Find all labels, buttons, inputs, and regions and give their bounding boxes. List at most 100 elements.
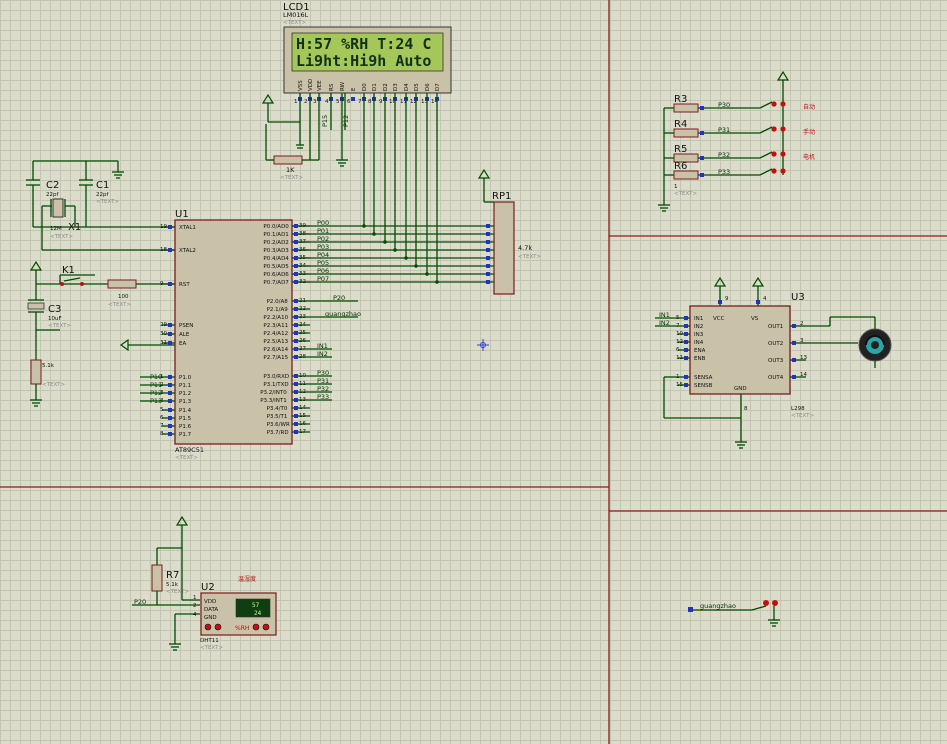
l298-pin-in1: IN1 — [694, 316, 703, 322]
l298-pin-vcc: VCC — [713, 316, 725, 322]
schematic-svg: LCD1 LM016L <TEXT> H:57 %RH T:24 C Li9ht… — [0, 0, 947, 744]
lcd-pin-num: 5 — [336, 99, 340, 105]
l298-pin-vs: VS — [751, 316, 759, 322]
mcu-pin-p13: P1.3 — [179, 399, 192, 405]
mcu-net-p07: P07 — [317, 275, 329, 283]
c1-value: 22pf — [96, 192, 109, 198]
mcu-pin-p35t1: P3.5/T1 — [267, 414, 288, 420]
lcd-pin-num: 7 — [358, 99, 362, 105]
reset-r-value: 100 — [118, 294, 129, 300]
l298-pin-out4: OUT4 — [768, 375, 784, 381]
mcu-pin-p21a9: P2.1/A9 — [267, 307, 289, 313]
button-resistor-ref: R5 — [674, 144, 687, 155]
rp1-value: 4.7k — [518, 244, 532, 252]
dht-pin-data: DATA — [204, 607, 218, 613]
mcu-pin-p34t0: P3.4/T0 — [267, 406, 288, 412]
mcu-pin-p15: P1.5 — [179, 416, 192, 422]
mcu-pin-p16: P1.6 — [179, 424, 192, 430]
lcd-pin-vdd: VDD — [308, 79, 314, 91]
button-switch[interactable] — [759, 151, 773, 159]
lcd-pin-num: 4 — [325, 99, 329, 105]
button-net-p30: P30 — [718, 101, 730, 109]
rp1-ref: RP1 — [492, 191, 511, 202]
lcd-power-wiring: 1K <TEXT> P15 P12 — [261, 93, 350, 181]
lcd-pin-d3: D3 — [393, 83, 399, 91]
lcd-pin-d2: D2 — [383, 83, 389, 91]
button-switch[interactable] — [759, 168, 773, 176]
dht-temp: 24 — [254, 610, 262, 617]
k1-ref: K1 — [62, 265, 75, 276]
lcd-text-placeholder: <TEXT> — [283, 20, 306, 26]
mcu-pin-p32int0: P3.2/INT0 — [260, 390, 287, 396]
c2-ref: C2 — [46, 180, 59, 191]
l298-pin-out3: OUT3 — [768, 358, 784, 364]
schematic-canvas[interactable]: LCD1 LM016L <TEXT> H:57 %RH T:24 C Li9ht… — [0, 0, 947, 744]
mcu-pin-p04ad4: P0.4/AD4 — [263, 256, 289, 262]
dht-button-up[interactable] — [262, 623, 270, 631]
dht-pin-gnd: GND — [204, 615, 217, 621]
l298-pin-gnd: GND — [734, 386, 747, 392]
lcd-pin-num: 6 — [347, 99, 351, 105]
crosshair-cursor — [477, 339, 489, 351]
crystal-circuit[interactable]: C2 22pf C1 22pf <TEXT> X1 12M <TEXT> — [26, 160, 178, 251]
mcu-component[interactable]: U1 AT89C51 <TEXT> XTAL119XTAL218RST9PSEN… — [140, 209, 361, 461]
mcu-pin-p26a14: P2.6/A14 — [263, 347, 288, 353]
mcu-pin-p10: P1.0 — [179, 375, 192, 381]
lcd-pin-vee: VEE — [317, 80, 323, 91]
dht-part: DHT11 — [200, 638, 219, 644]
mcu-pin-p25a13: P2.5/A13 — [263, 339, 288, 345]
mcu-pin-p31txd: P3.1/TXD — [263, 382, 288, 388]
button-label: 电机 — [803, 153, 815, 161]
r7-text: <TEXT> — [166, 589, 189, 595]
dht-button-left[interactable] — [204, 623, 212, 631]
c3-text: <TEXT> — [48, 323, 71, 329]
dht-button-right[interactable] — [214, 623, 222, 631]
c2-value: 22pf — [46, 192, 59, 198]
button-net-p33: P33 — [718, 168, 730, 176]
l298-pin-in4: IN4 — [694, 340, 704, 346]
lcd-pot-text: <TEXT> — [280, 175, 303, 181]
lcd-pin-num: 3 — [313, 99, 317, 105]
mcu-pin-p03ad3: P0.3/AD3 — [263, 248, 289, 254]
mcu-pin-p11: P1.1 — [179, 383, 191, 389]
button-switch[interactable] — [759, 101, 773, 109]
button-r-value: 1 — [674, 184, 678, 190]
mcu-pin-p02ad2: P0.2/AD2 — [263, 240, 288, 246]
button-label: 手动 — [803, 128, 815, 136]
l298-pin-in3: IN3 — [694, 332, 704, 338]
mcu-ref: U1 — [175, 209, 189, 220]
dht-net-p20: P20 — [134, 598, 146, 606]
ldr-sensor[interactable]: guangzhao — [688, 600, 780, 627]
l298-pin-out2: OUT2 — [768, 341, 783, 347]
mcu-net-p01: P01 — [317, 227, 329, 235]
mcu-pin-p01ad1: P0.1/AD1 — [263, 232, 288, 238]
mcu-pin-p22a10: P2.2/A10 — [263, 315, 288, 321]
button-label: 自动 — [803, 103, 815, 111]
l298-component[interactable]: U3 L298 <TEXT> IN15IN27IN310IN412ENA6ENB… — [655, 276, 892, 449]
lcd-pin-rs: RS — [329, 83, 335, 91]
dht-ref: U2 — [201, 582, 215, 593]
dht-text: <TEXT> — [200, 645, 223, 651]
l298-pin-out1: OUT1 — [768, 324, 783, 330]
mcu-pin-p06ad6: P0.6/AD6 — [263, 272, 289, 278]
l298-ref: U3 — [791, 292, 805, 303]
ldr-net: guangzhao — [700, 602, 736, 610]
x1-text: <TEXT> — [50, 234, 73, 240]
button-net-p31: P31 — [718, 126, 730, 134]
motor[interactable] — [806, 316, 892, 368]
reset-pull-value: 5.1k — [42, 363, 55, 369]
button-array[interactable]: R3 P30 自动 R4 P31 手动 R5 P32 电机 R6 P33 1<TEXT> — [658, 70, 815, 212]
r7-value: 5.1k — [166, 582, 179, 588]
dht11-component[interactable]: R7 5.1k <TEXT> P20 U2 温湿度 VDD DATA GND 1… — [132, 515, 277, 651]
l298-pin-num: 9 — [725, 296, 729, 302]
lcd-pin-d1: D1 — [372, 83, 378, 91]
lcd-pin-num: 9 — [379, 99, 383, 105]
mcu-pin-p24a12: P2.4/A12 — [263, 331, 288, 337]
lcd-component[interactable]: LCD1 LM016L <TEXT> H:57 %RH T:24 C Li9ht… — [283, 2, 452, 105]
x1-ref: X1 — [68, 222, 81, 233]
mcu-net-p00: P00 — [317, 219, 329, 227]
dht-button-down[interactable] — [252, 623, 260, 631]
button-switch[interactable] — [759, 126, 773, 134]
lcd-pin-vss: VSS — [298, 80, 304, 91]
l298-pin-enb: ENB — [694, 356, 706, 362]
